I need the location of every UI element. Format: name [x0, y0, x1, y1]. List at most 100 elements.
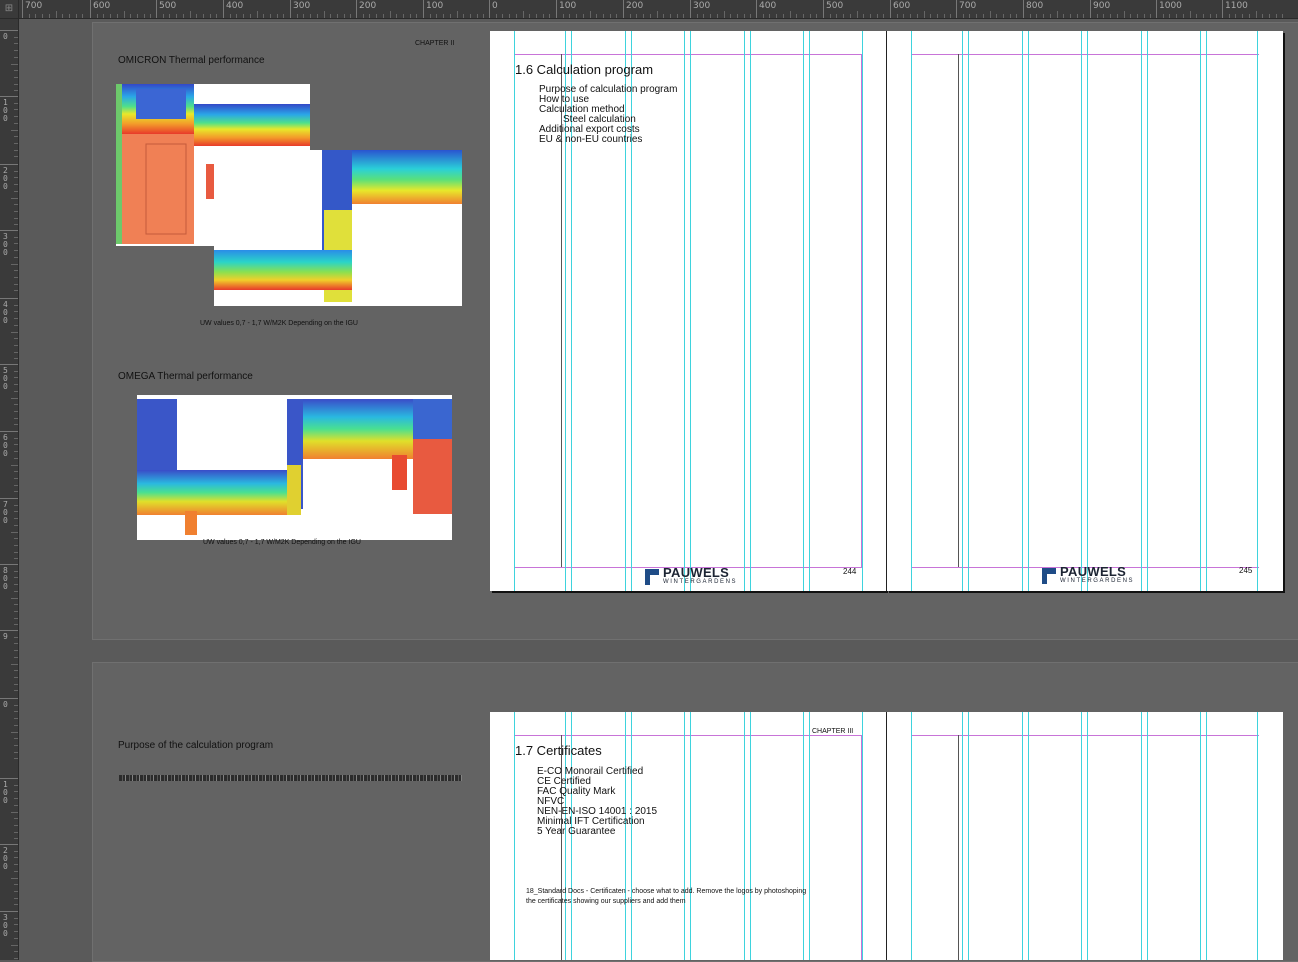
ruler-minor-tick	[256, 11, 258, 18]
ruler-minor-tick	[14, 190, 18, 192]
ruler-minor-tick	[14, 204, 18, 206]
ruler-minor-tick	[14, 791, 18, 793]
ruler-minor-tick	[14, 236, 18, 238]
ruler-minor-tick	[48, 14, 50, 18]
ruler-minor-tick	[136, 14, 138, 18]
ruler-minor-tick	[14, 338, 18, 340]
ruler-minor-tick	[1076, 14, 1078, 18]
ruler-minor-tick	[982, 14, 984, 18]
ruler-minor-tick	[14, 824, 18, 826]
ruler-minor-tick	[303, 14, 305, 18]
ruler-minor-tick	[11, 663, 18, 665]
ruler-tick: 500	[823, 0, 843, 18]
ruler-minor-tick	[14, 676, 18, 678]
ruler-tick: 200	[623, 0, 643, 18]
ruler-tick: 200	[0, 164, 18, 191]
ruler-minor-tick	[14, 390, 18, 392]
ruler-minor-tick	[1275, 14, 1277, 18]
ruler-minor-tick	[1043, 14, 1045, 18]
ruler-minor-tick	[14, 437, 18, 439]
ruler-tick: 200	[0, 844, 18, 871]
ruler-minor-tick	[103, 14, 105, 18]
ruler-minor-tick	[883, 14, 885, 18]
ruler-tick: 0	[489, 0, 498, 18]
ruler-minor-tick	[1282, 14, 1284, 18]
ruler-minor-tick	[14, 70, 18, 72]
ruler-tick: 400	[223, 0, 243, 18]
ruler-minor-tick	[449, 14, 451, 18]
ruler-minor-tick	[14, 256, 18, 258]
ruler-minor-tick	[14, 370, 18, 372]
ruler-minor-tick	[14, 538, 18, 540]
ruler-minor-tick	[14, 444, 18, 446]
ruler-minor-tick	[1268, 14, 1270, 18]
vertical-ruler[interactable]: 0 100 200 300 400 500 600 700 800 9 0 100 200 300	[0, 18, 19, 960]
ruler-tick: 500	[156, 0, 176, 18]
ruler-minor-tick	[14, 83, 18, 85]
ruler-minor-tick	[616, 14, 618, 18]
ruler-minor-tick	[1110, 14, 1112, 18]
ruler-minor-tick	[1228, 14, 1230, 18]
ruler-minor-tick	[196, 14, 198, 18]
page-244[interactable]: 1.6 Calculation program Purpose of calcu…	[490, 31, 886, 591]
ruler-tick: 200	[356, 0, 376, 18]
horizontal-ruler[interactable]: 700 600 500 400 300 200 100 0 100 200 300 400 500 600…	[0, 0, 1298, 19]
ruler-minor-tick	[176, 14, 178, 18]
ruler-minor-tick	[236, 14, 238, 18]
ruler-minor-tick	[576, 14, 578, 18]
ruler-minor-tick	[636, 14, 638, 18]
page-245[interactable]: PAUWELS WINTERGARDENS 245	[887, 31, 1283, 591]
ruler-minor-tick	[402, 14, 404, 18]
ruler-minor-tick	[14, 142, 18, 144]
ruler-minor-tick	[14, 570, 18, 572]
ruler-minor-tick	[62, 14, 64, 18]
page-left-spread-2[interactable]: CHAPTER III 1.7 Certificates E-CO Monora…	[490, 712, 886, 960]
ruler-minor-tick	[14, 304, 18, 306]
ruler-minor-tick	[276, 14, 278, 18]
ruler-minor-tick	[1002, 14, 1004, 18]
ruler-minor-tick	[796, 14, 798, 18]
pauwels-logo-icon: PAUWELS WINTERGARDENS	[645, 566, 738, 586]
ruler-tick: 300	[690, 0, 710, 18]
page-right-spread-2[interactable]	[887, 712, 1283, 960]
ruler-minor-tick	[903, 14, 905, 18]
ruler-minor-tick	[11, 531, 18, 533]
ruler-minor-tick	[1009, 14, 1011, 18]
ruler-tick: 500	[0, 364, 18, 391]
ruler-origin-icon[interactable]: ⊞	[0, 0, 19, 19]
page-number: 245	[1239, 566, 1253, 575]
ruler-minor-tick	[869, 14, 871, 18]
ruler-minor-tick	[776, 14, 778, 18]
omega-caption: UW values 0,7 - 1,7 W/M2K Depending on t…	[203, 539, 361, 546]
ruler-minor-tick	[750, 14, 752, 18]
ruler-minor-tick	[14, 217, 18, 219]
ruler-tick: 0	[0, 698, 18, 709]
omega-thermal-image[interactable]	[137, 395, 452, 540]
ruler-minor-tick	[856, 11, 858, 18]
ruler-tick: 0	[0, 30, 18, 41]
ruler-minor-tick	[14, 610, 18, 612]
ruler-minor-tick	[263, 14, 265, 18]
ruler-minor-tick	[202, 14, 204, 18]
list-item: 5 Year Guarantee	[537, 826, 616, 837]
ruler-minor-tick	[696, 14, 698, 18]
logo-name: PAUWELS	[1060, 564, 1127, 579]
ruler-minor-tick	[649, 14, 651, 18]
ruler-minor-tick	[182, 14, 184, 18]
logo-subtitle: WINTERGARDENS	[663, 579, 738, 585]
ruler-minor-tick	[11, 944, 18, 946]
ruler-minor-tick	[14, 670, 18, 672]
ruler-minor-tick	[350, 14, 352, 18]
ruler-minor-tick	[14, 951, 18, 953]
ruler-tick: 400	[756, 0, 776, 18]
ruler-minor-tick	[14, 917, 18, 919]
ruler-minor-tick	[169, 14, 171, 18]
ruler-minor-tick	[14, 711, 18, 713]
ruler-minor-tick	[409, 14, 411, 18]
ruler-minor-tick	[14, 43, 18, 45]
ruler-minor-tick	[396, 14, 398, 18]
ruler-minor-tick	[14, 56, 18, 58]
omicron-thermal-image-2[interactable]	[214, 150, 462, 306]
ruler-minor-tick	[443, 14, 445, 18]
ruler-minor-tick	[14, 524, 18, 526]
